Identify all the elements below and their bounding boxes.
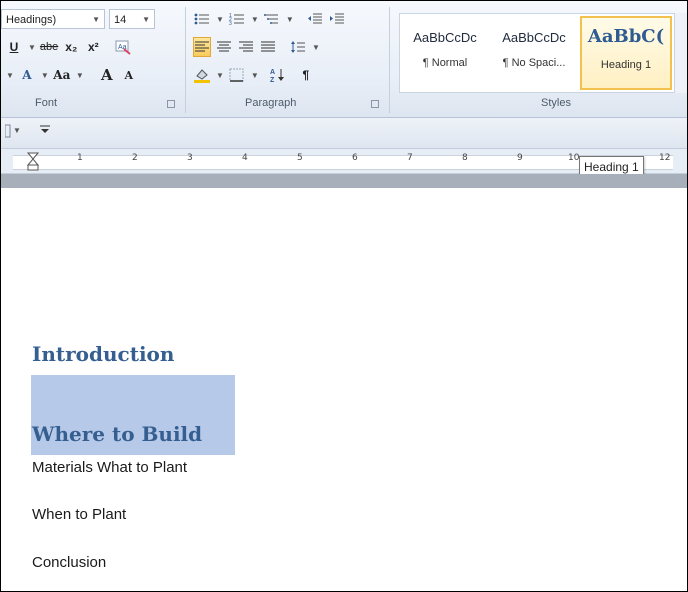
strikethrough-button[interactable]: abe	[40, 37, 58, 57]
ribbon: Headings) ▼ 14 ▼ U ▼ abe x₂ x² Aa ▼ A ▼ …	[1, 1, 687, 118]
style-name: ¶ No Spaci...	[502, 57, 566, 69]
font-group-label: Font	[35, 97, 58, 109]
ruler-tick: 1	[77, 153, 83, 163]
chevron-down-icon[interactable]: ▼	[142, 10, 150, 30]
chevron-down-icon[interactable]: ▼	[6, 71, 14, 80]
ruler-tick: 7	[407, 153, 413, 163]
group-divider	[185, 7, 186, 113]
style-no-spacing[interactable]: AaBbCcDc ¶ No Spaci...	[490, 16, 578, 90]
style-sample: AaBbC(	[587, 26, 665, 47]
show-marks-button[interactable]: ¶	[297, 65, 315, 85]
chevron-down-icon[interactable]: ▼	[216, 71, 224, 80]
chevron-down-icon[interactable]: ▼	[286, 15, 294, 24]
sort-icon[interactable]: AZ	[269, 65, 287, 85]
styles-gallery[interactable]: AaBbCcDc ¶ Normal AaBbCcDc ¶ No Spaci...…	[399, 13, 687, 93]
ruler-tick: 5	[297, 153, 303, 163]
svg-text:3: 3	[229, 21, 232, 26]
quick-access-bar: ▼	[1, 118, 687, 149]
bullets-icon[interactable]	[193, 9, 211, 29]
justify-icon[interactable]	[259, 37, 277, 57]
font-name-combo[interactable]: Headings) ▼	[1, 9, 105, 29]
heading-introduction[interactable]: Introduction	[32, 342, 174, 366]
chevron-down-icon[interactable]: ▼	[28, 43, 36, 52]
font-name-value: Headings)	[6, 14, 57, 26]
body-line-conclusion[interactable]: Conclusion	[32, 554, 106, 571]
style-name: ¶ Normal	[422, 57, 468, 69]
ruler-tick: 8	[462, 153, 468, 163]
align-left-button[interactable]	[193, 37, 211, 57]
group-divider	[389, 7, 390, 113]
subscript-button[interactable]: x₂	[62, 37, 80, 57]
ruler-tick: 3	[187, 153, 193, 163]
change-case-button[interactable]: Aa	[53, 65, 71, 85]
ruler-tick: 6	[352, 153, 358, 163]
clear-formatting-icon[interactable]: Aa	[114, 37, 132, 57]
shading-icon[interactable]	[193, 65, 211, 85]
grow-font-button[interactable]: A	[98, 65, 116, 85]
numbering-icon[interactable]: 123	[228, 9, 246, 29]
chevron-down-icon[interactable]: ▼	[312, 43, 320, 52]
increase-indent-icon[interactable]	[328, 9, 346, 29]
decrease-indent-icon[interactable]	[306, 9, 324, 29]
style-name: Heading 1	[600, 59, 652, 71]
chevron-down-icon[interactable]: ▼	[13, 126, 21, 135]
ruler-tick: 12	[659, 153, 671, 163]
style-normal[interactable]: AaBbCcDc ¶ Normal	[401, 16, 489, 90]
page-top-margin-band	[1, 174, 687, 188]
ruler-tick: 4	[242, 153, 248, 163]
style-heading-1[interactable]: AaBbC( Heading 1	[580, 16, 672, 90]
style-sample: AaBbCcDc	[502, 30, 566, 45]
font-dialog-launcher-icon[interactable]	[167, 100, 175, 108]
paragraph-group-label: Paragraph	[245, 97, 297, 109]
align-right-icon[interactable]	[237, 37, 255, 57]
chevron-down-icon[interactable]: ▼	[216, 15, 224, 24]
ruler-tick: 10	[568, 153, 580, 163]
align-center-icon[interactable]	[215, 37, 233, 57]
font-color-label: A	[22, 68, 32, 82]
gallery-scrollbar[interactable]	[674, 13, 687, 93]
customize-toolbar-icon[interactable]	[39, 122, 51, 139]
font-color-button[interactable]: A	[18, 65, 36, 85]
body-line-materials[interactable]: Materials What to Plant	[32, 459, 187, 476]
chevron-down-icon[interactable]: ▼	[251, 71, 259, 80]
font-size-combo[interactable]: 14 ▼	[109, 9, 155, 29]
document-page[interactable]: Introduction Where to Build Materials Wh…	[1, 188, 687, 591]
ruler-tick: 2	[132, 153, 138, 163]
styles-group-label: Styles	[541, 97, 571, 109]
heading-where-to-build[interactable]: Where to Build	[32, 422, 202, 446]
chevron-down-icon[interactable]: ▼	[41, 71, 49, 80]
chevron-down-icon[interactable]: ▼	[92, 10, 100, 30]
chevron-down-icon[interactable]: ▼	[76, 71, 84, 80]
font-size-value: 14	[114, 14, 127, 26]
svg-text:Z: Z	[270, 77, 275, 83]
superscript-button[interactable]: x²	[84, 37, 102, 57]
underline-button[interactable]: U	[5, 37, 23, 57]
ruler-tick: 9	[517, 153, 523, 163]
line-spacing-icon[interactable]	[289, 37, 307, 57]
paragraph-dialog-launcher-icon[interactable]	[371, 100, 379, 108]
style-sample: AaBbCcDc	[413, 30, 477, 45]
shrink-font-button[interactable]: A	[120, 65, 138, 85]
borders-icon[interactable]	[228, 65, 246, 85]
multilevel-list-icon[interactable]	[263, 9, 281, 29]
body-line-when-to-plant[interactable]: When to Plant	[32, 506, 126, 523]
chevron-down-icon[interactable]: ▼	[251, 15, 259, 24]
word-window: Headings) ▼ 14 ▼ U ▼ abe x₂ x² Aa ▼ A ▼ …	[0, 0, 688, 592]
svg-text:A: A	[270, 69, 275, 76]
